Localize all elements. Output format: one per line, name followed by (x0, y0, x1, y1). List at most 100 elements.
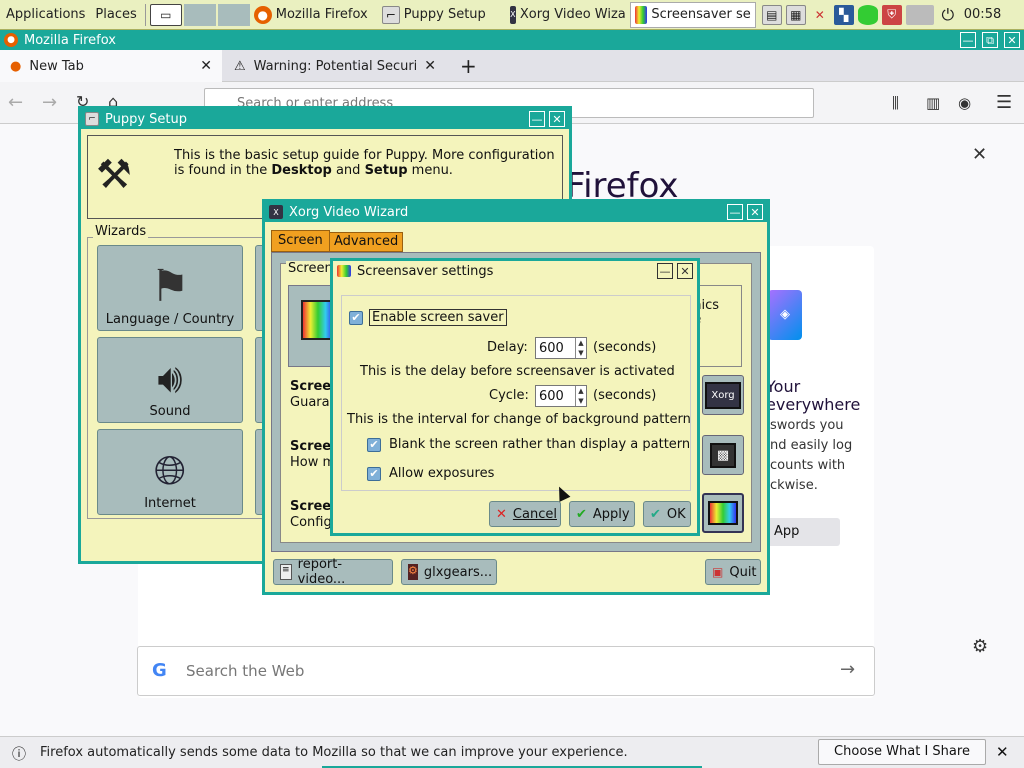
tile-label: Internet (144, 496, 196, 511)
volume-muted-icon[interactable]: ✕ (810, 5, 830, 25)
spin-up-icon[interactable]: ▲ (576, 338, 586, 348)
close-button[interactable]: ✕ (677, 263, 693, 279)
ok-check-icon: ✔ (650, 506, 661, 522)
xorg-test-button[interactable]: Xorg (702, 375, 744, 415)
minimize-button[interactable]: — (960, 32, 976, 48)
xorg-titlebar[interactable]: X Xorg Video Wizard — ✕ (265, 202, 767, 222)
tile-label: Sound (149, 404, 191, 419)
tab-screen[interactable]: Screen (271, 230, 330, 252)
promo-heading-1: Your (766, 377, 801, 396)
task-label: Mozilla Firefox (275, 7, 368, 22)
task-firefox[interactable]: ● Mozilla Firefox (250, 2, 378, 28)
apply-button[interactable]: ✔ Apply (569, 501, 635, 527)
power-icon[interactable]: ⏻ (938, 5, 958, 25)
enable-screensaver-checkbox[interactable]: ✔ Enable screen saver (349, 309, 507, 326)
minimize-button[interactable]: — (657, 263, 673, 279)
web-search-box[interactable]: G Search the Web → (137, 646, 875, 696)
resolution-button[interactable]: ▩ (702, 435, 744, 475)
internet-button[interactable]: 🌐︎ Internet (97, 429, 243, 515)
intro-menu: menu. (407, 163, 453, 178)
cycle-spinbox[interactable]: 600 ▲ ▼ (535, 385, 587, 407)
checker-monitor-icon: ▩ (709, 442, 737, 468)
firefox-window-title: Mozilla Firefox (24, 32, 116, 48)
notes-icon[interactable]: ▤ (761, 4, 782, 25)
xorg-icon: X (509, 5, 516, 24)
delay-spinbox[interactable]: 600 ▲ ▼ (535, 337, 587, 359)
intro-text-a: is found in the (174, 163, 272, 178)
close-button[interactable]: ✕ (747, 204, 763, 220)
sound-button[interactable]: 🔊︎ Sound (97, 337, 243, 423)
firefox-titlebar[interactable]: ● Mozilla Firefox — ⧉ ✕ (0, 30, 1024, 50)
settings-gear-icon[interactable]: ⚙ (972, 636, 988, 657)
show-desktop-icon[interactable]: ▭ (149, 3, 182, 26)
spin-up-icon[interactable]: ▲ (576, 386, 586, 396)
search-arrow-icon[interactable]: → (840, 659, 855, 680)
choose-what-i-share-button[interactable]: Choose What I Share (818, 739, 986, 765)
firefox-icon: ● (253, 5, 272, 24)
places-menu[interactable]: Places (91, 7, 140, 22)
language-country-button[interactable]: ⚑ Language / Country (97, 245, 243, 331)
screensaver-button[interactable] (702, 493, 744, 533)
puppy-setup-title: Puppy Setup (105, 111, 188, 127)
account-icon[interactable]: ◉ (958, 94, 971, 112)
close-promo-icon[interactable]: ✕ (972, 144, 987, 165)
quit-button[interactable]: ▣ Quit (705, 559, 761, 585)
spin-down-icon[interactable]: ▼ (576, 348, 586, 358)
tab-warning[interactable]: ⚠ Warning: Potential Securit ✕ (224, 50, 446, 82)
puppy-setup-titlebar[interactable]: ⌐ Puppy Setup — ✕ (81, 109, 569, 129)
intro-line-2: is found in the Desktop and Setup menu. (174, 163, 555, 178)
task-label: Xorg Video Wiza (519, 7, 626, 22)
plus-icon: + (460, 54, 477, 78)
workspace-3[interactable] (217, 3, 250, 26)
cancel-button[interactable]: ✕ Cancel (489, 501, 561, 527)
google-icon: G (152, 660, 167, 681)
firewall-icon[interactable]: ⛨ (881, 4, 902, 25)
library-icon[interactable]: ⫼ (892, 94, 899, 112)
blank-screen-checkbox[interactable]: ✔ Blank the screen rather than display a… (367, 437, 690, 452)
devices-icon: ◈ (768, 290, 802, 340)
back-icon[interactable]: ← (8, 92, 23, 113)
glxgears-button[interactable]: ⚙ glxgears... (401, 559, 497, 585)
workspace-2[interactable] (183, 3, 216, 26)
button-label: Apply (592, 506, 630, 522)
checkbox-checked-icon: ✔ (367, 437, 381, 452)
new-tab-button[interactable]: + (450, 50, 487, 82)
wizards-label: Wizards (93, 224, 149, 239)
task-screensaver[interactable]: Screensaver se (629, 1, 756, 28)
screensaver-titlebar[interactable]: Screensaver settings — ✕ (333, 261, 697, 281)
forward-icon[interactable]: → (42, 92, 57, 113)
firefox-icon: ● (4, 33, 18, 47)
applications-menu[interactable]: Applications (2, 7, 89, 22)
storage-icon[interactable] (857, 4, 878, 25)
notice-text: Firefox automatically sends some data to… (40, 745, 628, 760)
close-notice-icon[interactable]: ✕ (996, 743, 1009, 761)
minimize-button[interactable]: — (529, 111, 545, 127)
task-xorg-wizard[interactable]: X Xorg Video Wiza (506, 2, 630, 28)
close-tab-icon[interactable]: ✕ (424, 58, 436, 74)
tab-advanced[interactable]: Advanced (329, 232, 404, 252)
sidebar-icon[interactable]: ▥ (926, 94, 940, 112)
puppy-icon: ⌐ (85, 112, 99, 126)
tab-label: Warning: Potential Securit (253, 58, 417, 74)
network-icon[interactable]: ▚ (833, 4, 854, 25)
clipboard-icon[interactable]: ▦ (785, 4, 806, 25)
cycle-label: Cycle: (489, 388, 529, 403)
hamburger-menu-icon[interactable]: ☰ (996, 92, 1012, 113)
report-video-button[interactable]: ≡ report-video... (273, 557, 393, 587)
close-button[interactable]: ✕ (1004, 32, 1020, 48)
spin-down-icon[interactable]: ▼ (576, 396, 586, 406)
tab-new-tab[interactable]: ● New Tab ✕ (0, 50, 222, 82)
delay-unit: (seconds) (593, 340, 657, 355)
minimize-button[interactable]: — (727, 204, 743, 220)
desktop-pager[interactable]: ▭ (149, 3, 250, 26)
ok-button[interactable]: ✔ OK (643, 501, 691, 527)
close-button[interactable]: ✕ (549, 111, 565, 127)
maximize-button[interactable]: ⧉ (982, 32, 998, 48)
delay-value: 600 (539, 340, 564, 356)
promo-app-button[interactable]: App (766, 518, 840, 546)
close-tab-icon[interactable]: ✕ (200, 58, 212, 74)
task-puppy-setup[interactable]: ⌐ Puppy Setup (378, 2, 506, 28)
task-label: Puppy Setup (403, 7, 486, 22)
allow-exposures-checkbox[interactable]: ✔ Allow exposures (367, 466, 494, 481)
cycle-unit: (seconds) (593, 388, 657, 403)
